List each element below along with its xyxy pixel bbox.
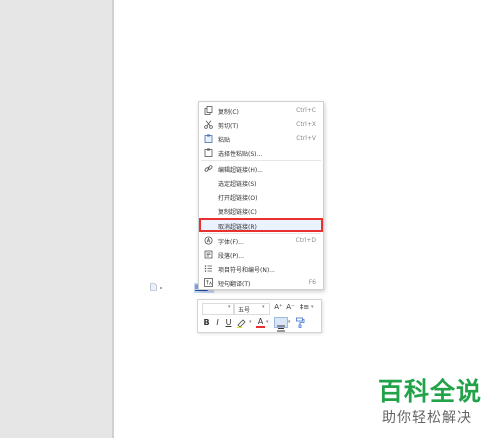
menu-item-label: 项目符号和编号(N)...: [218, 267, 275, 274]
menu-item-shortcut: Ctrl+V: [296, 135, 316, 142]
menu-item-label: 复制(C): [218, 109, 239, 116]
font-size-value: 五号: [238, 307, 251, 314]
menu-item-cut[interactable]: 剪切(T) Ctrl+X: [200, 118, 322, 131]
menu-item-shortcut: Ctrl+D: [295, 237, 316, 244]
paste-special-icon: [204, 148, 213, 157]
hyperlink-icon: [204, 165, 213, 172]
menu-item-paragraph[interactable]: 段落(P)...: [200, 248, 322, 261]
menu-item-open-hyperlink[interactable]: 打开超链接(O): [200, 190, 322, 203]
menu-item-label: 段落(P)...: [218, 253, 245, 260]
chevron-down-icon[interactable]: ▾: [249, 317, 252, 328]
menu-item-bullets-numbering[interactable]: 项目符号和编号(N)...: [200, 262, 322, 275]
menu-item-label: 剪切(T): [218, 123, 239, 130]
chevron-down-icon[interactable]: ▾: [262, 302, 265, 313]
menu-item-label: 复制超链接(C): [218, 209, 257, 216]
menu-item-label: 编辑超链接(H)...: [218, 167, 263, 174]
grow-font-button[interactable]: A⁺: [273, 302, 284, 313]
context-menu: 复制(C) Ctrl+C 剪切(T) Ctrl+X 粘贴 Ctrl+V 选择性粘…: [198, 101, 324, 290]
menu-item-shortcut: Ctrl+X: [296, 121, 316, 128]
highlight-pen-icon[interactable]: [236, 318, 248, 328]
chevron-down-icon[interactable]: ▾: [288, 317, 291, 328]
menu-item-label: 取消超链接(R): [218, 224, 257, 231]
watermark-title: 百科全说: [378, 377, 483, 406]
italic-button[interactable]: I: [213, 317, 222, 328]
menu-item-label: 粘贴: [218, 137, 231, 144]
line-spacing-button[interactable]: ‡≡: [298, 302, 311, 313]
font-icon: [204, 236, 213, 245]
watermark-subtitle: 助你轻松解决: [382, 410, 472, 426]
underline-button[interactable]: U: [224, 317, 233, 328]
menu-item-label: 选定超链接(S): [218, 181, 257, 188]
shrink-font-button[interactable]: A⁻: [285, 302, 296, 313]
format-painter-icon[interactable]: [295, 317, 306, 328]
menu-item-cancel-hyperlink[interactable]: 取消超链接(R): [200, 219, 322, 232]
menu-item-shortcut: F6: [308, 279, 316, 286]
anchor-dot: [160, 287, 162, 289]
menu-item-select-hyperlink[interactable]: 选定超链接(S): [200, 176, 322, 189]
document-gutter: [0, 0, 112, 438]
menu-item-label: 打开超链接(O): [218, 195, 258, 202]
menu-item-label: 选择性粘贴(S)...: [218, 151, 263, 158]
copy-icon: [204, 106, 213, 115]
menu-item-paste-special[interactable]: 选择性粘贴(S)...: [200, 146, 322, 159]
menu-item-paste[interactable]: 粘贴 Ctrl+V: [200, 132, 322, 145]
align-button[interactable]: [274, 317, 288, 332]
scissors-icon: [204, 120, 213, 129]
menu-item-shortcut: Ctrl+C: [296, 107, 316, 114]
menu-item-label: 短句翻译(T): [218, 281, 251, 288]
bullets-icon: [204, 265, 212, 272]
translate-icon: [204, 278, 213, 287]
paste-icon: [204, 134, 213, 143]
menu-item-copy-hyperlink[interactable]: 复制超链接(C): [200, 204, 322, 217]
menu-item-copy[interactable]: 复制(C) Ctrl+C: [200, 104, 322, 117]
document-icon: [150, 283, 157, 291]
menu-item-font[interactable]: 字体(F)... Ctrl+D: [200, 234, 322, 247]
menu-item-edit-hyperlink[interactable]: 编辑超链接(H)...: [200, 162, 322, 175]
menu-item-label: 字体(F)...: [218, 239, 244, 246]
chevron-down-icon[interactable]: ▾: [266, 317, 269, 328]
bold-button[interactable]: B: [202, 317, 211, 328]
align-center-icon: [277, 325, 285, 332]
font-color-button[interactable]: A: [256, 316, 265, 328]
chevron-down-icon[interactable]: ▾: [228, 302, 231, 313]
menu-item-translate[interactable]: 短句翻译(T) F6: [200, 276, 322, 289]
menu-separator: [201, 160, 321, 161]
paragraph-icon: [204, 250, 213, 259]
chevron-down-icon[interactable]: ▾: [311, 302, 314, 313]
mini-format-toolbar: ▾ 五号 ▾ A⁺ A⁻ ‡≡ ▾ B I U ▾ A ▾ ▾: [197, 299, 322, 333]
